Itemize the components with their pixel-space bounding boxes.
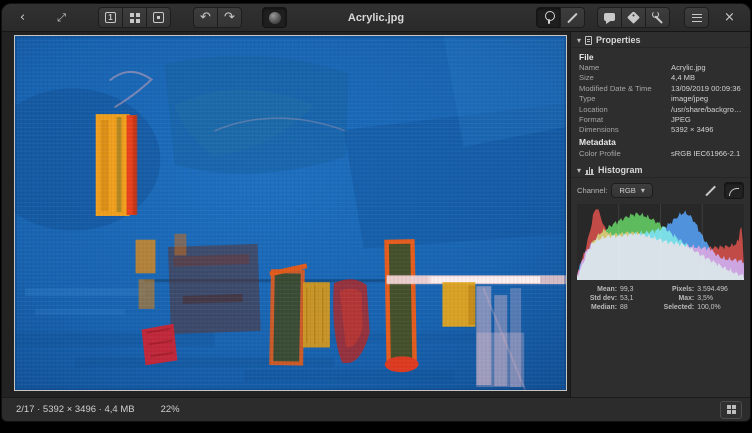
app-window: Acrylic.jpg ‹ ⤢ 1 ↶ (2, 4, 750, 421)
comment-icon (604, 13, 615, 21)
pencil-icon (566, 11, 579, 24)
statusbar: 2/17 · 5392 × 3496 · 4,4 MB 22% (2, 397, 750, 421)
expander-icon: ▾ (577, 36, 581, 45)
zoom-fit-width-button[interactable] (146, 7, 171, 28)
prop-row-format: Format JPEG (571, 115, 750, 125)
rotate-right-icon: ↷ (224, 11, 235, 24)
linear-scale-icon (705, 185, 716, 196)
painting-acrylic (15, 36, 566, 390)
histogram-icon (585, 166, 594, 175)
rotate-right-button[interactable]: ↷ (217, 7, 242, 28)
color-adjust-button[interactable] (262, 7, 287, 28)
zoom-fit-icon (130, 13, 134, 17)
log-scale-icon (729, 188, 739, 196)
rotate-left-icon: ↶ (200, 11, 211, 24)
pin-icon (543, 11, 555, 24)
stat-selected: Selected: 100,0% (650, 303, 746, 312)
zoom-original-icon: 1 (105, 12, 116, 23)
histogram-controls: Channel: RGB ▾ (571, 178, 750, 202)
menu-button[interactable] (684, 7, 709, 28)
stat-pixels: Pixels: 3.594.496 (650, 285, 746, 294)
zoom-level-indicator[interactable]: 22% (161, 404, 180, 415)
histogram-stats: Mean: 99,3 Std dev: 53,1 Median: 88 Pixe… (571, 284, 750, 313)
prop-row-color-profile: Color Profile sRGB IEC61966-2.1 (571, 149, 750, 159)
stat-median: Median: 88 (575, 303, 650, 312)
grid-view-icon (727, 405, 731, 409)
histogram-header-label: Histogram (598, 165, 643, 175)
histogram-chart (577, 204, 744, 280)
prop-row-name: Name Acrylic.jpg (571, 63, 750, 73)
prop-row-location: Location /usr/share/background… (571, 105, 750, 115)
tag-icon (627, 11, 640, 24)
prop-row-modified: Modified Date & Time 13/09/2019 00:09:36 (571, 84, 750, 94)
wrench-icon (651, 11, 664, 24)
prop-row-type: Type image/jpeg (571, 94, 750, 104)
headerbar: Acrylic.jpg ‹ ⤢ 1 ↶ (2, 4, 750, 32)
zoom-original-button[interactable]: 1 (98, 7, 123, 28)
channel-dropdown[interactable]: RGB ▾ (611, 183, 652, 198)
stat-max: Max: 3,5% (650, 294, 746, 303)
close-icon: × (724, 11, 735, 24)
displayed-image[interactable] (14, 35, 567, 391)
properties-list: File Name Acrylic.jpg Size 4,4 MB Modifi… (571, 48, 750, 162)
stat-mean: Mean: 99,3 (575, 285, 650, 294)
back-icon: ‹ (20, 11, 25, 24)
prop-row-size: Size 4,4 MB (571, 73, 750, 83)
hamburger-menu-icon (692, 14, 702, 22)
channel-label: Channel: (577, 186, 607, 195)
document-icon (585, 36, 592, 45)
edit-file-button[interactable] (560, 7, 585, 28)
expander-icon: ▾ (577, 166, 581, 175)
prop-row-dimensions: Dimensions 5392 × 3496 (571, 125, 750, 135)
zoom-fit-width-icon (153, 12, 164, 23)
show-thumbnails-button[interactable] (720, 401, 742, 419)
view-properties-toggle[interactable] (536, 7, 561, 28)
status-file-info: 2/17 · 5392 × 3496 · 4,4 MB (16, 404, 135, 415)
zoom-fit-button[interactable] (122, 7, 147, 28)
histogram-linear-button[interactable] (700, 182, 720, 199)
tools-button[interactable] (645, 7, 670, 28)
properties-panel-header[interactable]: ▾ Properties (571, 32, 750, 48)
file-section-title: File (571, 50, 750, 63)
properties-header-label: Properties (596, 35, 641, 45)
color-sphere-icon (269, 12, 281, 24)
channel-selected-value: RGB (619, 186, 635, 195)
fullscreen-icon: ⤢ (57, 12, 66, 23)
sidebar: ▾ Properties File Name Acrylic.jpg Size … (570, 32, 750, 397)
tags-button[interactable] (621, 7, 646, 28)
back-button[interactable]: ‹ (10, 7, 35, 28)
fullscreen-button[interactable]: ⤢ (49, 7, 74, 28)
comment-button[interactable] (597, 7, 622, 28)
image-viewer-area (2, 32, 570, 397)
stat-stddev: Std dev: 53,1 (575, 294, 650, 303)
histogram-plot (577, 204, 744, 280)
metadata-section-title: Metadata (571, 136, 750, 149)
histogram-log-button[interactable] (724, 182, 744, 199)
histogram-panel-header[interactable]: ▾ Histogram (571, 162, 750, 178)
chevron-down-icon: ▾ (641, 186, 645, 195)
rotate-left-button[interactable]: ↶ (193, 7, 218, 28)
close-button[interactable]: × (717, 7, 742, 28)
